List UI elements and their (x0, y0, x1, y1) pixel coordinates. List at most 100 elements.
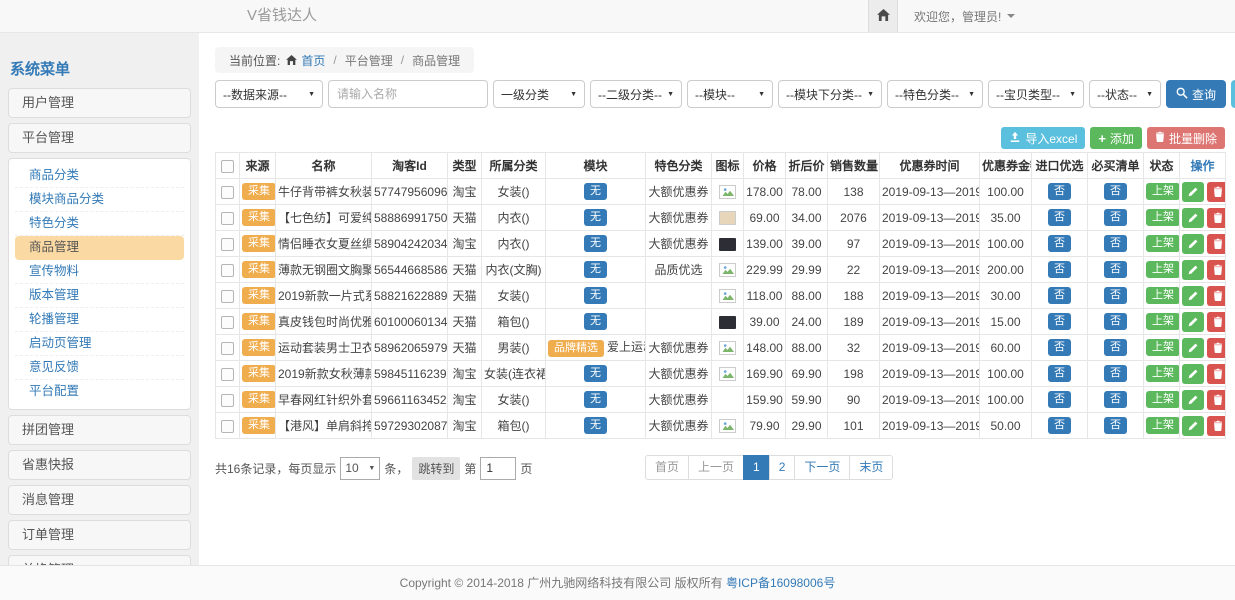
filter-select-0[interactable]: --数据来源--▼ (215, 80, 323, 108)
coupon-amount-cell: 60.00 (980, 335, 1032, 361)
row-checkbox[interactable] (221, 290, 234, 303)
row-checkbox[interactable] (221, 186, 234, 199)
filter-select-8[interactable]: --状态--▼ (1089, 80, 1161, 108)
pager-button-1[interactable]: 上一页 (688, 455, 744, 480)
row-checkbox[interactable] (221, 342, 234, 355)
jump-button[interactable]: 跳转到 (412, 457, 460, 480)
delete-button[interactable] (1207, 312, 1226, 332)
row-checkbox[interactable] (221, 394, 234, 407)
row-checkbox[interactable] (221, 420, 234, 433)
chevron-down-icon: ▼ (368, 465, 375, 472)
select-all-checkbox[interactable] (221, 160, 234, 173)
pager-button-2[interactable]: 1 (743, 455, 770, 480)
status-badge: 上架 (1146, 365, 1180, 382)
filter-select-4[interactable]: --模块--▼ (687, 80, 773, 108)
trash-icon (1155, 131, 1165, 145)
edit-button[interactable] (1182, 312, 1204, 332)
price-cell: 229.99 (744, 257, 786, 283)
add-button[interactable]: + 添加 (1090, 127, 1142, 149)
chevron-down-icon: ▼ (968, 91, 975, 98)
delete-button[interactable] (1207, 364, 1226, 384)
pager-button-5[interactable]: 末页 (849, 455, 893, 480)
sidebar-item-4[interactable]: 宣传物料 (15, 260, 184, 284)
footer: Copyright © 2014-2018 广州九驰网络科技有限公司 版权所有 … (0, 565, 1235, 600)
edit-button[interactable] (1182, 364, 1204, 384)
name-cell: 真皮钱包时尚优雅女士... (276, 309, 372, 335)
filter-select-value: --宝贝类型-- (996, 86, 1060, 103)
sidebar-item-2[interactable]: 特色分类 (15, 212, 184, 236)
reset-button[interactable]: 重置 (1231, 80, 1235, 108)
discount-price-cell: 24.00 (786, 309, 828, 335)
breadcrumb-home-link[interactable]: 首页 (301, 52, 325, 69)
name-cell: 2019新款女秋薄款... (276, 361, 372, 387)
import-excel-button[interactable]: 导入excel (1001, 127, 1085, 149)
sidebar-item-1[interactable]: 模块商品分类 (15, 188, 184, 212)
row-checkbox[interactable] (221, 316, 234, 329)
icp-link[interactable]: 粤ICP备16098006号 (726, 576, 835, 590)
home-button[interactable] (868, 0, 898, 32)
category-cell: 箱包() (482, 413, 546, 439)
edit-button[interactable] (1182, 286, 1204, 306)
coupon-amount-cell: 35.00 (980, 205, 1032, 231)
page-input[interactable] (480, 457, 516, 480)
module-cell: 无 (546, 283, 646, 309)
row-checkbox[interactable] (221, 212, 234, 225)
sidebar-item-6[interactable]: 轮播管理 (15, 308, 184, 332)
name-search-input[interactable] (328, 80, 488, 108)
edit-button[interactable] (1182, 260, 1204, 280)
sidebar-section-0[interactable]: 用户管理 (8, 88, 191, 118)
sidebar-section-1[interactable]: 平台管理 (8, 123, 191, 153)
module-cell: 无 (546, 361, 646, 387)
edit-button[interactable] (1182, 182, 1204, 202)
sidebar-item-0[interactable]: 商品分类 (15, 164, 184, 188)
ops-cell (1180, 413, 1226, 439)
sidebar-section-5[interactable]: 消息管理 (8, 485, 191, 515)
delete-button[interactable] (1207, 208, 1226, 228)
edit-button[interactable] (1182, 416, 1204, 436)
delete-button[interactable] (1207, 286, 1226, 306)
filter-select-6[interactable]: --特色分类--▼ (887, 80, 983, 108)
filter-select-2[interactable]: 一级分类▼ (493, 80, 585, 108)
per-page-select[interactable]: 10 ▼ (340, 457, 380, 480)
pager-button-3[interactable]: 2 (769, 455, 796, 480)
price-cell: 159.90 (744, 387, 786, 413)
filter-select-7[interactable]: --宝贝类型--▼ (988, 80, 1084, 108)
coupon-time-cell: 2019-09-13—2019-09-18 (880, 413, 980, 439)
pager-button-0[interactable]: 首页 (645, 455, 689, 480)
sidebar-item-7[interactable]: 启动页管理 (15, 332, 184, 356)
edit-button[interactable] (1182, 338, 1204, 358)
row-checkbox[interactable] (221, 238, 234, 251)
coupon-time-cell: 2019-09-13—2019-09-20 (880, 231, 980, 257)
delete-button[interactable] (1207, 260, 1226, 280)
col-header-14: 进口优选 (1032, 153, 1088, 179)
sidebar-item-9[interactable]: 平台配置 (15, 380, 184, 404)
search-button[interactable]: 查询 (1166, 80, 1226, 108)
filter-select-3[interactable]: --二级分类--▼ (590, 80, 682, 108)
icon-cell (712, 257, 744, 283)
delete-button[interactable] (1207, 416, 1226, 436)
module-badge: 无 (584, 365, 607, 382)
sidebar-section-4[interactable]: 省惠快报 (8, 450, 191, 480)
sidebar-item-8[interactable]: 意见反馈 (15, 356, 184, 380)
sidebar: 系统菜单 用户管理平台管理商品分类模块商品分类特色分类商品管理宣传物料版本管理轮… (8, 52, 191, 598)
pager-button-4[interactable]: 下一页 (794, 455, 850, 480)
row-checkbox[interactable] (221, 264, 234, 277)
delete-button[interactable] (1207, 338, 1226, 358)
filter-select-5[interactable]: --模块下分类--▼ (778, 80, 882, 108)
delete-button[interactable] (1207, 234, 1226, 254)
edit-button[interactable] (1182, 208, 1204, 228)
sidebar-item-5[interactable]: 版本管理 (15, 284, 184, 308)
edit-button[interactable] (1182, 234, 1204, 254)
delete-button[interactable] (1207, 390, 1226, 410)
edit-button[interactable] (1182, 390, 1204, 410)
pagination: 共16条记录，每页显示 10 ▼ 条， 跳转到 第 页 首页上一页12下一页末页 (215, 455, 1225, 481)
delete-button[interactable] (1207, 182, 1226, 202)
sidebar-section-6[interactable]: 订单管理 (8, 520, 191, 550)
batch-delete-button[interactable]: 批量删除 (1147, 127, 1225, 149)
row-checkbox[interactable] (221, 368, 234, 381)
sidebar-section-3[interactable]: 拼团管理 (8, 415, 191, 445)
discount-price-cell: 88.00 (786, 335, 828, 361)
source-cell: 采集 (240, 413, 276, 439)
user-menu[interactable]: 欢迎您，管理员! (898, 0, 1015, 32)
sidebar-item-3-active[interactable]: 商品管理 (15, 236, 184, 260)
